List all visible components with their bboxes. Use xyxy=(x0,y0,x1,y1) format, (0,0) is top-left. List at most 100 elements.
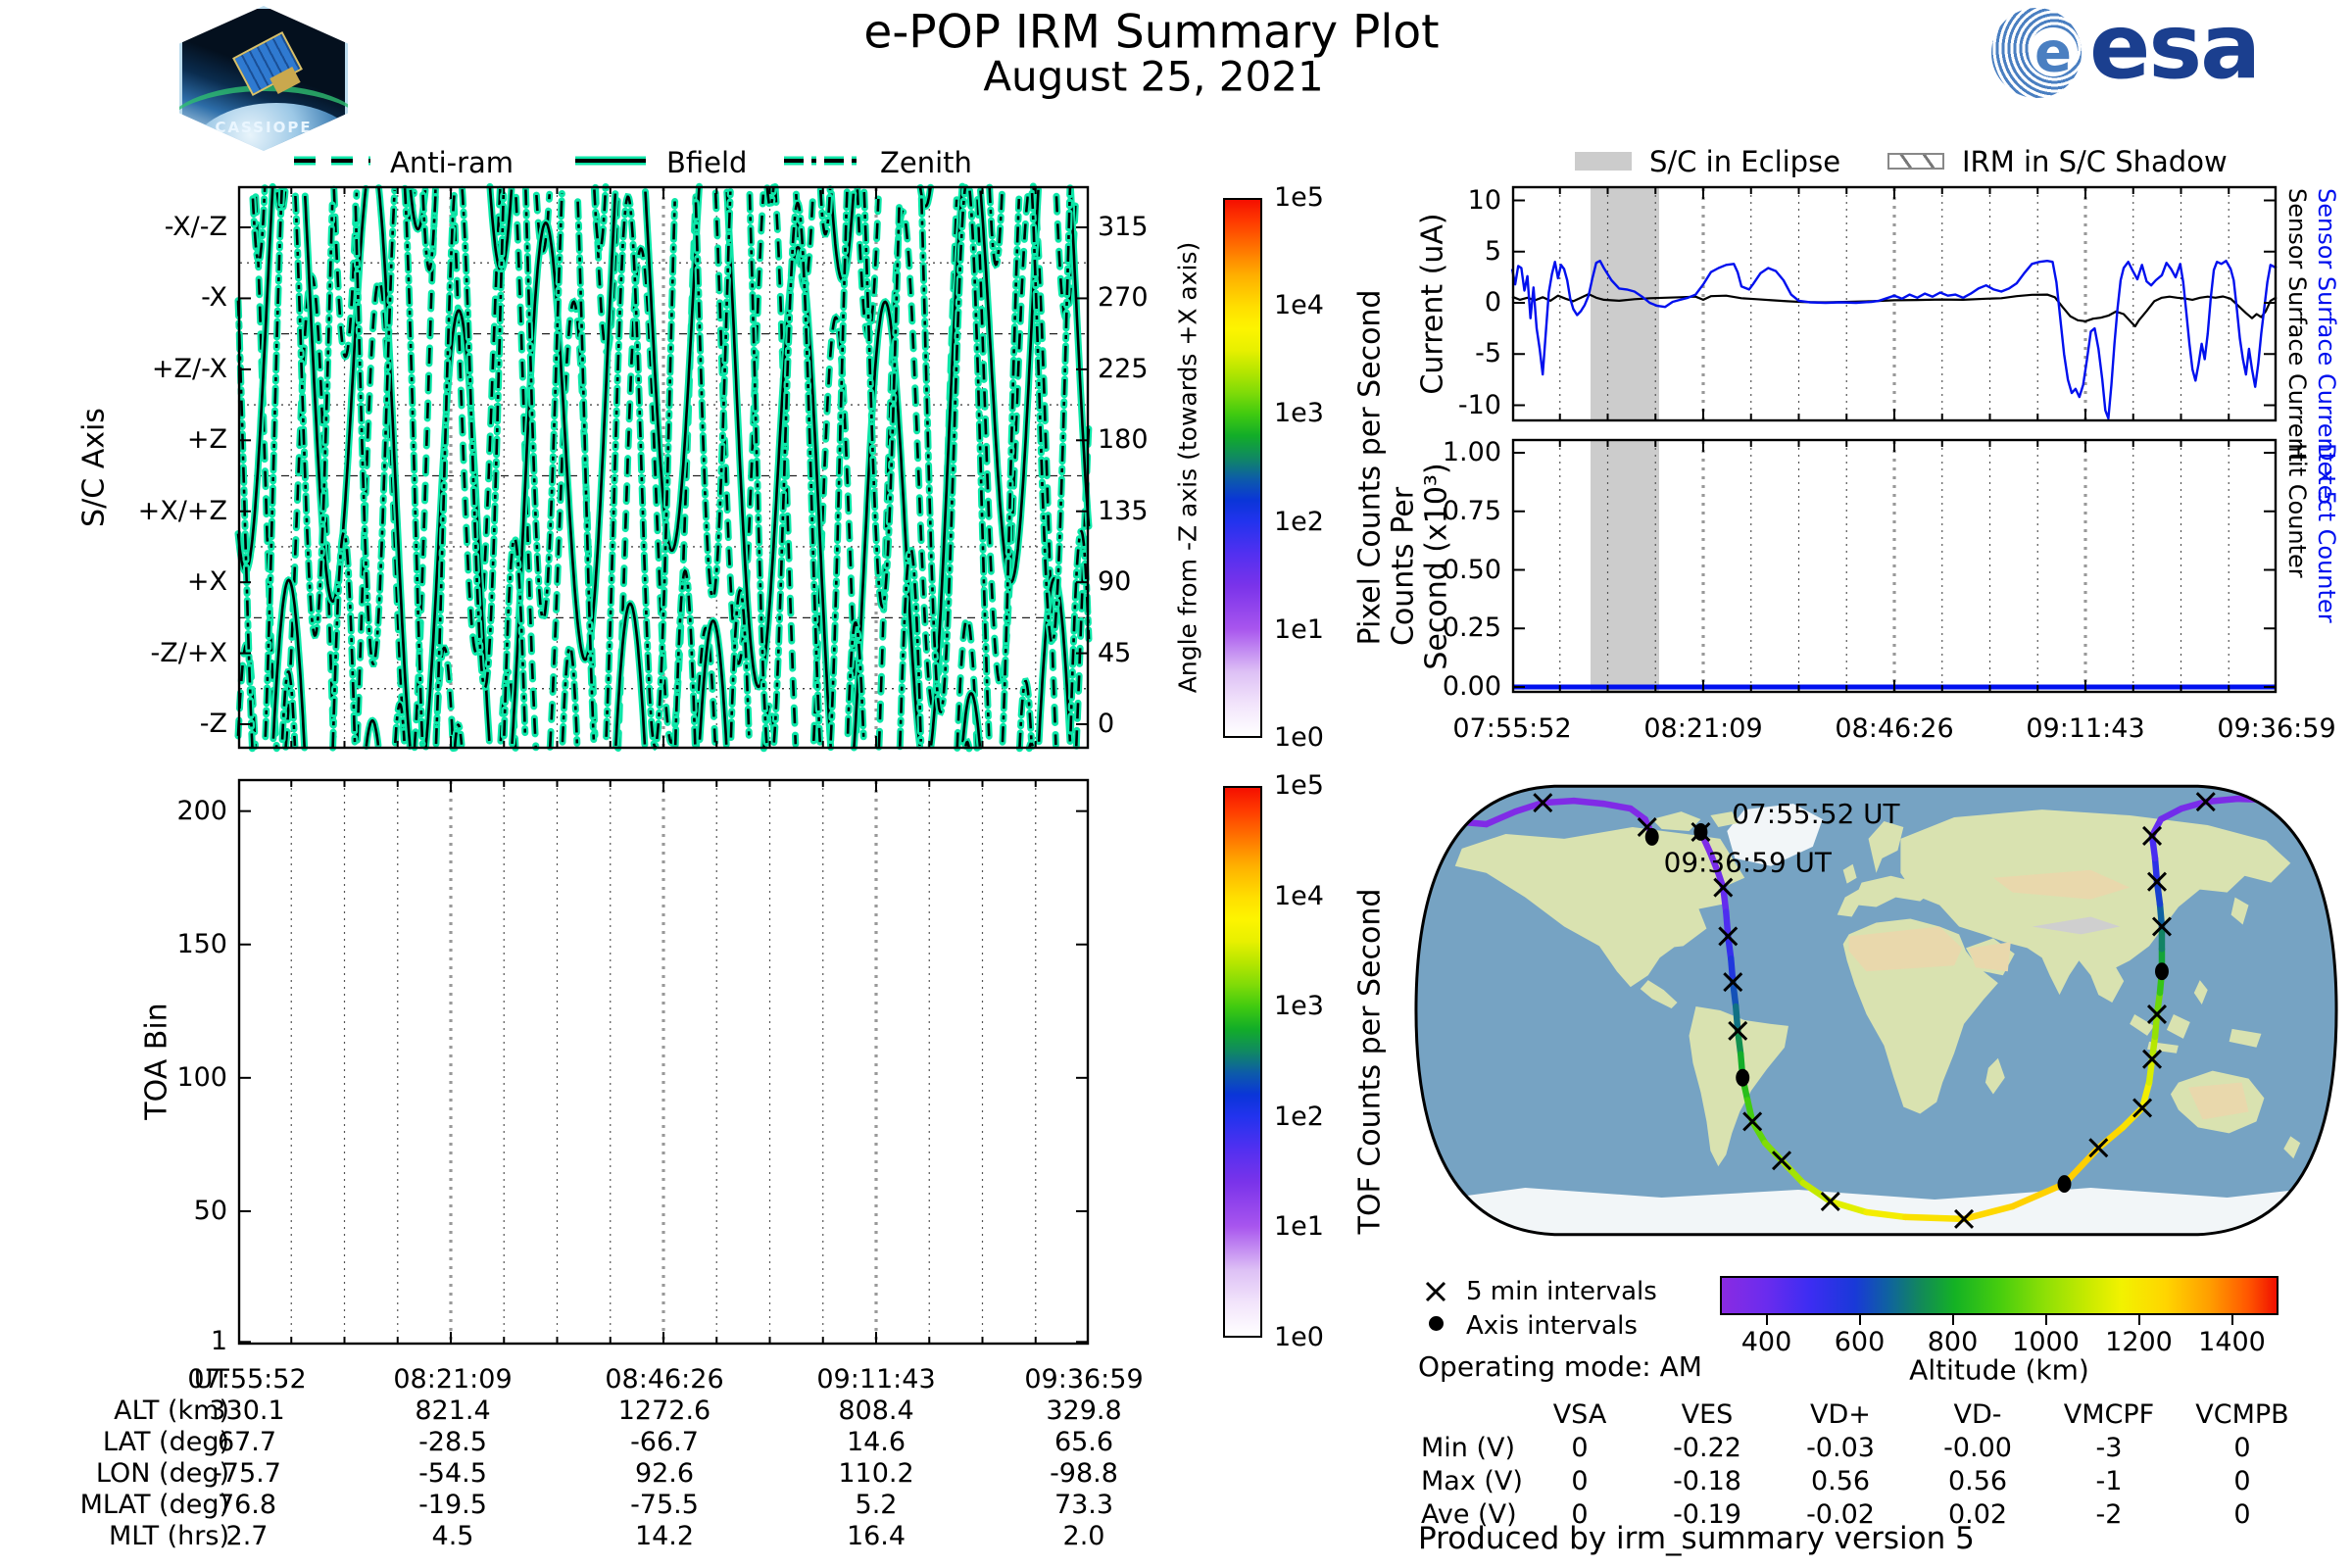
angle-tick-label: 315 xyxy=(1098,212,1149,242)
legend-antiram-sample xyxy=(294,156,370,166)
patch-title: CASSIOPE xyxy=(215,119,313,136)
ephemeris-value: 65.6 xyxy=(1054,1427,1114,1457)
time-tick-label: 08:46:26 xyxy=(1835,713,1954,744)
ephemeris-value: -75.5 xyxy=(630,1490,699,1520)
toa-tick-label: 50 xyxy=(193,1195,227,1226)
sc-axis-tick-label: -X/-Z xyxy=(164,212,227,242)
ephemeris-value: 110.2 xyxy=(838,1458,914,1489)
ground-track-segment xyxy=(2266,796,2304,810)
shadow-swatch xyxy=(1887,153,1944,170)
current-tick-label: 5 xyxy=(1484,235,1501,267)
ephemeris-value: 08:46:26 xyxy=(605,1364,724,1395)
angle-axis-label: Angle from -Z axis (towards +X axis) xyxy=(1173,241,1202,694)
toa-tick-label: 1 xyxy=(210,1326,227,1357)
alt-tick-mark xyxy=(1765,1315,1768,1325)
voltage-value: 0 xyxy=(2233,1499,2251,1530)
epop-irm-summary-figure: CASSIOPE e-POP IRM Summary Plot August 2… xyxy=(0,0,2352,1568)
time-tick-label: 07:55:52 xyxy=(1452,713,1572,744)
alt-tick-mark xyxy=(1858,1315,1861,1325)
ephemeris-value: 09:11:43 xyxy=(816,1364,936,1395)
angle-tick-label: 135 xyxy=(1098,495,1149,526)
pixel-colorbar xyxy=(1223,198,1262,738)
time-tick-label: 09:36:59 xyxy=(2217,713,2336,744)
ephemeris-value: 808.4 xyxy=(838,1396,914,1426)
toa-tick-label: 200 xyxy=(176,795,227,826)
legend-antiram-label: Anti-ram xyxy=(390,146,514,179)
footer-version: Produced by irm_summary version 5 xyxy=(1418,1521,1975,1556)
alt-tick-mark xyxy=(1951,1315,1954,1325)
ephemeris-value: 4.5 xyxy=(431,1521,474,1551)
ephemeris-value: 2.7 xyxy=(225,1521,269,1551)
eclipse-swatch xyxy=(1575,152,1632,171)
legend-bfield-label: Bfield xyxy=(666,146,748,179)
ground-track-map: 07:55:52 UT 09:36:59 UT xyxy=(1414,784,2338,1237)
tof-colorbar-tick: 1e2 xyxy=(1274,1101,1324,1132)
angle-tick-label: 225 xyxy=(1098,353,1149,384)
angle-tick-label: 90 xyxy=(1098,566,1132,598)
altitude-colorbar xyxy=(1720,1276,2278,1315)
legend-zenith-label: Zenith xyxy=(880,146,972,179)
xmark-legend-icon xyxy=(1425,1281,1446,1302)
map-end-time-label: 09:36:59 UT xyxy=(1664,847,1833,879)
eclipse-label: S/C in Eclipse xyxy=(1649,145,1841,178)
ground-track-segment xyxy=(1540,797,1578,807)
xmark-legend-label: 5 min intervals xyxy=(1466,1277,1657,1306)
pixel-colorbar-tick: 1e5 xyxy=(1274,182,1324,213)
voltage-column-header: VCMPB xyxy=(2195,1399,2289,1430)
page-title: e-POP IRM Summary Plot xyxy=(863,5,1440,60)
ephemeris-value: -66.7 xyxy=(630,1427,699,1457)
voltage-value: 0 xyxy=(2233,1466,2251,1496)
counts-tick-label: 0.75 xyxy=(1442,495,1501,526)
axis-interval-mark xyxy=(1736,1068,1750,1087)
ephemeris-value: -28.5 xyxy=(418,1427,487,1457)
counts-tick-label: 0.50 xyxy=(1442,554,1501,585)
dot-legend-label: Axis intervals xyxy=(1466,1311,1638,1341)
ephemeris-value: -19.5 xyxy=(418,1490,487,1520)
current-tick-label: 0 xyxy=(1484,287,1501,318)
legend-zenith-sample xyxy=(784,156,860,166)
sc-axis-tick-label: +X xyxy=(186,566,227,598)
pixel-colorbar-tick: 1e0 xyxy=(1274,722,1324,753)
pixel-colorbar-tick: 1e1 xyxy=(1274,613,1324,645)
sc-axis-tick-label: -Z/+X xyxy=(150,637,227,668)
legend-bfield-sample xyxy=(575,156,646,166)
pixel-colorbar-tick: 1e3 xyxy=(1274,398,1324,429)
counts-tick-label: 1.00 xyxy=(1442,437,1501,467)
esa-logo: e esa xyxy=(1991,0,2285,99)
ground-track-segment xyxy=(1902,1213,1968,1223)
sc-axis-tick-label: +Z/-X xyxy=(151,353,227,384)
tof-colorbar-label: TOF Counts per Second xyxy=(1352,888,1388,1235)
ephemeris-value: 1272.6 xyxy=(617,1396,711,1426)
ephemeris-value: 330.1 xyxy=(209,1396,285,1426)
ephemeris-value: 07:55:52 xyxy=(187,1364,307,1395)
sc-axis-tick-label: +Z xyxy=(186,424,227,456)
alt-tick-mark xyxy=(2044,1315,2047,1325)
ground-track-segment xyxy=(2297,803,2331,823)
esa-globe-e-glyph: e xyxy=(2034,21,2072,85)
ephemeris-value: 73.3 xyxy=(1054,1490,1114,1520)
counts-tick-label: 0.25 xyxy=(1442,612,1501,644)
alt-tick-label: 1400 xyxy=(2198,1327,2266,1357)
ephemeris-value: 76.8 xyxy=(217,1490,277,1520)
sc-axis-plot xyxy=(234,182,1093,753)
altitude-bar-label: Altitude (km) xyxy=(1909,1353,2089,1387)
pixel-colorbar-label: Pixel Counts per Second xyxy=(1352,289,1388,646)
ephemeris-value: 329.8 xyxy=(1046,1396,1122,1426)
ephemeris-value: 2.0 xyxy=(1062,1521,1105,1551)
ephemeris-value: -54.5 xyxy=(418,1458,487,1489)
sc-axis-tick-label: +X/+Z xyxy=(137,495,227,526)
ephemeris-value: 16.4 xyxy=(846,1521,906,1551)
ephemeris-value: 09:36:59 xyxy=(1024,1364,1144,1395)
current-right-label-black: Sensor Surface Current xyxy=(2283,188,2311,463)
current-tick-label: -10 xyxy=(1457,389,1501,420)
angle-tick-label: 0 xyxy=(1098,709,1115,739)
axis-interval-mark xyxy=(2155,962,2169,981)
ephemeris-value: -75.7 xyxy=(213,1458,281,1489)
toa-bin-plot xyxy=(237,778,1090,1346)
pixel-colorbar-tick: 1e2 xyxy=(1274,506,1324,537)
tof-colorbar-tick: 1e3 xyxy=(1274,991,1324,1022)
tof-colorbar-tick: 1e4 xyxy=(1274,880,1324,911)
voltage-value: 0 xyxy=(2233,1433,2251,1463)
ground-track-segment xyxy=(1421,815,1455,825)
ephemeris-value: 08:21:09 xyxy=(393,1364,513,1395)
